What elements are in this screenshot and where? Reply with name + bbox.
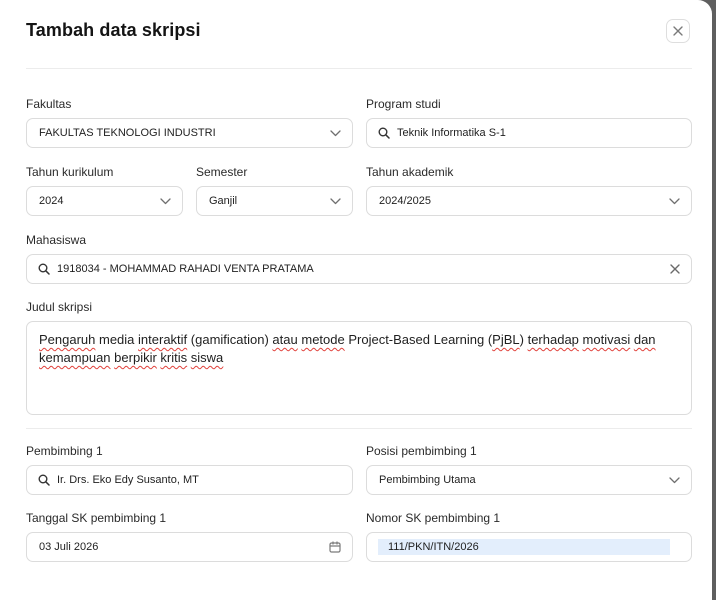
chevron-down-icon <box>330 197 341 205</box>
mahasiswa-value: 1918034 - MOHAMMAD RAHADI VENTA PRATAMA <box>57 263 314 275</box>
mahasiswa-label: Mahasiswa <box>26 233 87 247</box>
program-studi-search[interactable]: Teknik Informatika S-1 <box>366 118 692 148</box>
pembimbing-1-value: Ir. Drs. Eko Edy Susanto, MT <box>57 474 199 486</box>
semester-value: Ganjil <box>209 195 238 207</box>
misspelled-word: terhadap <box>527 332 579 347</box>
misspelled-word: atau <box>272 332 298 347</box>
tahun-kurikulum-label: Tahun kurikulum <box>26 165 114 179</box>
program-studi-value: Teknik Informatika S-1 <box>397 127 506 139</box>
chevron-down-icon <box>330 129 341 137</box>
close-button[interactable] <box>666 19 690 43</box>
fakultas-value: FAKULTAS TEKNOLOGI INDUSTRI <box>39 127 216 139</box>
tahun-akademik-value: 2024/2025 <box>379 195 431 207</box>
posisi-pembimbing-1-value: Pembimbing Utama <box>379 474 476 486</box>
calendar-icon[interactable] <box>329 541 341 553</box>
dialog-title: Tambah data skripsi <box>26 20 201 40</box>
mahasiswa-search[interactable]: 1918034 - MOHAMMAD RAHADI VENTA PRATAMA <box>26 254 692 284</box>
section-divider <box>26 428 692 429</box>
pembimbing-1-label: Pembimbing 1 <box>26 444 103 458</box>
search-icon <box>38 474 50 486</box>
semester-select[interactable]: Ganjil <box>196 186 353 216</box>
misspelled-word: interaktif <box>138 332 188 347</box>
judul-skripsi-textarea[interactable]: Pengaruh media interaktif (gamification)… <box>26 321 692 415</box>
fakultas-select[interactable]: FAKULTAS TEKNOLOGI INDUSTRI <box>26 118 353 148</box>
tanggal-sk-value: 03 Juli 2026 <box>39 541 99 553</box>
tahun-akademik-label: Tahun akademik <box>366 165 454 179</box>
search-icon <box>38 263 50 275</box>
tahun-akademik-select[interactable]: 2024/2025 <box>366 186 692 216</box>
misspelled-word: kemampuan <box>39 350 111 365</box>
posisi-pembimbing-1-select[interactable]: Pembimbing Utama <box>366 465 692 495</box>
misspelled-word: berpikir <box>114 350 157 365</box>
misspelled-word: PjBL <box>492 332 520 347</box>
nomor-sk-label: Nomor SK pembimbing 1 <box>366 511 501 525</box>
chevron-down-icon <box>669 197 680 205</box>
misspelled-word: metode <box>301 332 345 347</box>
tahun-kurikulum-select[interactable]: 2024 <box>26 186 183 216</box>
title-text-segment: (gamification) <box>187 332 273 347</box>
posisi-pembimbing-1-label: Posisi pembimbing 1 <box>366 444 477 458</box>
chevron-down-icon <box>669 476 680 484</box>
program-studi-label: Program studi <box>366 97 441 111</box>
dialog-header: Tambah data skripsi <box>26 19 690 44</box>
clear-icon[interactable] <box>670 264 680 274</box>
misspelled-word: Pengaruh <box>39 332 96 347</box>
nomor-sk-input[interactable]: 111/PKN/ITN/2026 <box>366 532 692 562</box>
title-text-segment: media <box>95 332 139 347</box>
nomor-sk-selection: 111/PKN/ITN/2026 <box>377 539 670 555</box>
tanggal-sk-label: Tanggal SK pembimbing 1 <box>26 511 167 525</box>
misspelled-word: motivasi <box>582 332 631 347</box>
misspelled-word: kritis <box>160 350 188 365</box>
title-text-segment: ) <box>519 332 528 347</box>
judul-skripsi-label: Judul skripsi <box>26 300 93 314</box>
semester-label: Semester <box>196 165 248 179</box>
chevron-down-icon <box>160 197 171 205</box>
nomor-sk-value: 111/PKN/ITN/2026 <box>378 539 670 555</box>
header-divider <box>26 68 692 69</box>
close-icon <box>673 26 683 36</box>
pembimbing-1-search[interactable]: Ir. Drs. Eko Edy Susanto, MT <box>26 465 353 495</box>
misspelled-word: dan <box>633 332 656 347</box>
tahun-kurikulum-value: 2024 <box>39 195 64 207</box>
misspelled-word: siswa <box>190 350 224 365</box>
title-text-segment: Project-Based Learning ( <box>344 332 493 347</box>
search-icon <box>378 127 390 139</box>
tanggal-sk-date-input[interactable]: 03 Juli 2026 <box>26 532 353 562</box>
add-thesis-dialog: Tambah data skripsi Fakultas FAKULTAS TE… <box>0 0 712 600</box>
fakultas-label: Fakultas <box>26 97 72 111</box>
